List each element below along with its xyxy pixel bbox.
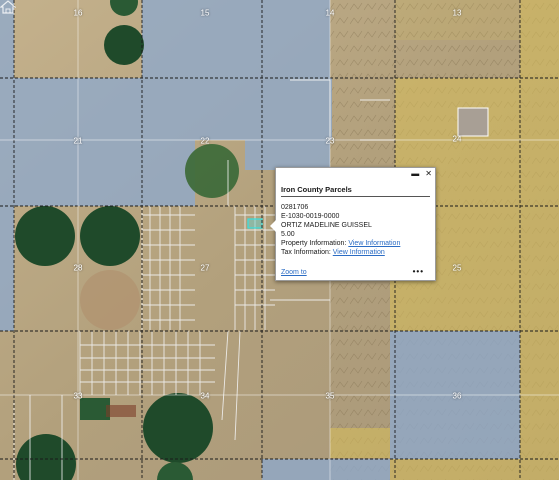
section-label-27: 27 — [200, 263, 210, 273]
property-info-link[interactable]: View Information — [348, 240, 400, 247]
section-label-36: 36 — [452, 391, 462, 401]
parcel-info-popup: ▬ ✕ Iron County Parcels 0281706 E-1030-0… — [270, 167, 436, 281]
section-label-28: 28 — [73, 263, 83, 273]
popup-title: Iron County Parcels — [281, 185, 352, 194]
selected-parcel[interactable] — [247, 218, 263, 229]
property-info-row: Property Information: View Information — [281, 239, 400, 248]
section-label-25: 25 — [452, 263, 462, 273]
small-parcel-24 — [457, 107, 489, 137]
popup-body: 0281706 E-1030-0019-0000 ORTIZ MADELINE … — [281, 203, 400, 257]
section-label-16: 16 — [73, 8, 83, 18]
tax-info-row: Tax Information: View Information — [281, 248, 400, 257]
property-info-label: Property Information: — [281, 240, 347, 247]
section-label-15: 15 — [200, 8, 210, 18]
section-label-35: 35 — [325, 391, 335, 401]
acreage: 5.00 — [281, 231, 295, 238]
parcel-number: E-1030-0019-0000 — [281, 213, 340, 220]
section-label-13: 13 — [452, 8, 462, 18]
section-label-22: 22 — [200, 136, 210, 146]
section-label-33: 33 — [73, 391, 83, 401]
home-logo-icon — [0, 0, 16, 14]
more-options-icon[interactable]: ••• — [413, 267, 424, 276]
owner-name: ORTIZ MADELINE GUISSEL — [281, 222, 372, 229]
popup-divider — [281, 196, 430, 197]
map-view[interactable]: 16 15 14 13 21 22 23 24 28 27 26 25 33 3… — [0, 0, 559, 480]
section-label-23: 23 — [325, 136, 335, 146]
section-label-24: 24 — [452, 134, 462, 144]
close-icon[interactable]: ✕ — [425, 170, 432, 178]
popup-controls: ▬ ✕ — [411, 170, 432, 178]
minimize-icon[interactable]: ▬ — [411, 170, 419, 178]
tax-info-link[interactable]: View Information — [333, 249, 385, 256]
section-label-14: 14 — [325, 8, 335, 18]
section-label-34: 34 — [200, 391, 210, 401]
popup-pointer — [270, 220, 276, 232]
zoom-to-link[interactable]: Zoom to — [281, 269, 307, 276]
section-label-21: 21 — [73, 136, 83, 146]
tax-info-label: Tax Information: — [281, 249, 331, 256]
parcel-id: 0281706 — [281, 204, 309, 211]
